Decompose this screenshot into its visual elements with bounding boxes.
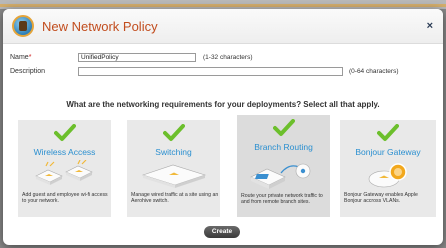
access-point-icon: [35, 160, 93, 185]
checkmark-icon: [163, 124, 185, 141]
router-icon: [250, 163, 311, 189]
background-stripe: [0, 4, 446, 7]
card-description: Route your private network traffic to an…: [241, 193, 323, 205]
description-hint: (0-64 characters): [349, 68, 399, 75]
switch-icon: [142, 164, 206, 188]
create-button[interactable]: Create: [204, 226, 240, 238]
checkmark-icon: [377, 124, 399, 141]
card-title: Branch Routing: [254, 142, 313, 152]
close-icon[interactable]: ×: [427, 20, 433, 32]
new-network-policy-dialog: New Network Policy × Name* (1-32 charact…: [3, 9, 443, 245]
checkmark-icon: [273, 119, 295, 136]
checkmark-icon: [54, 124, 76, 141]
card-branch-routing[interactable]: Branch Routing Route your private networ…: [237, 115, 330, 217]
card-title: Wireless Access: [33, 147, 96, 157]
card-title: Switching: [155, 147, 192, 157]
card-wireless-access[interactable]: Wireless Access Add guest and employee w…: [18, 120, 111, 217]
dialog-header: New Network Policy ×: [3, 9, 443, 44]
card-title: Bonjour Gateway: [355, 147, 421, 157]
description-label: Description: [10, 68, 46, 75]
name-label: Name*: [10, 54, 32, 61]
description-input[interactable]: [78, 67, 343, 76]
dialog-title: New Network Policy: [42, 19, 158, 34]
card-bonjour-gateway[interactable]: Bonjour Gateway Bonjour Gateway enables …: [340, 120, 436, 217]
required-mark: *: [28, 54, 32, 61]
card-description: Bonjour Gateway enables Apple Bonjour ac…: [344, 192, 418, 204]
card-description: Add guest and employee wi-fi access to y…: [22, 192, 108, 204]
requirements-question: What are the networking requirements for…: [66, 100, 380, 109]
name-input[interactable]: [78, 53, 196, 62]
card-description: Manage wired traffic at a site using an …: [131, 192, 219, 204]
bonjour-gateway-icon: [368, 163, 407, 188]
aerohive-logo-icon: [12, 15, 34, 37]
name-hint: (1-32 characters): [203, 54, 253, 61]
background-toolbar: [0, 0, 446, 9]
card-switching[interactable]: Switching Manage wired traffic at a site…: [127, 120, 220, 217]
